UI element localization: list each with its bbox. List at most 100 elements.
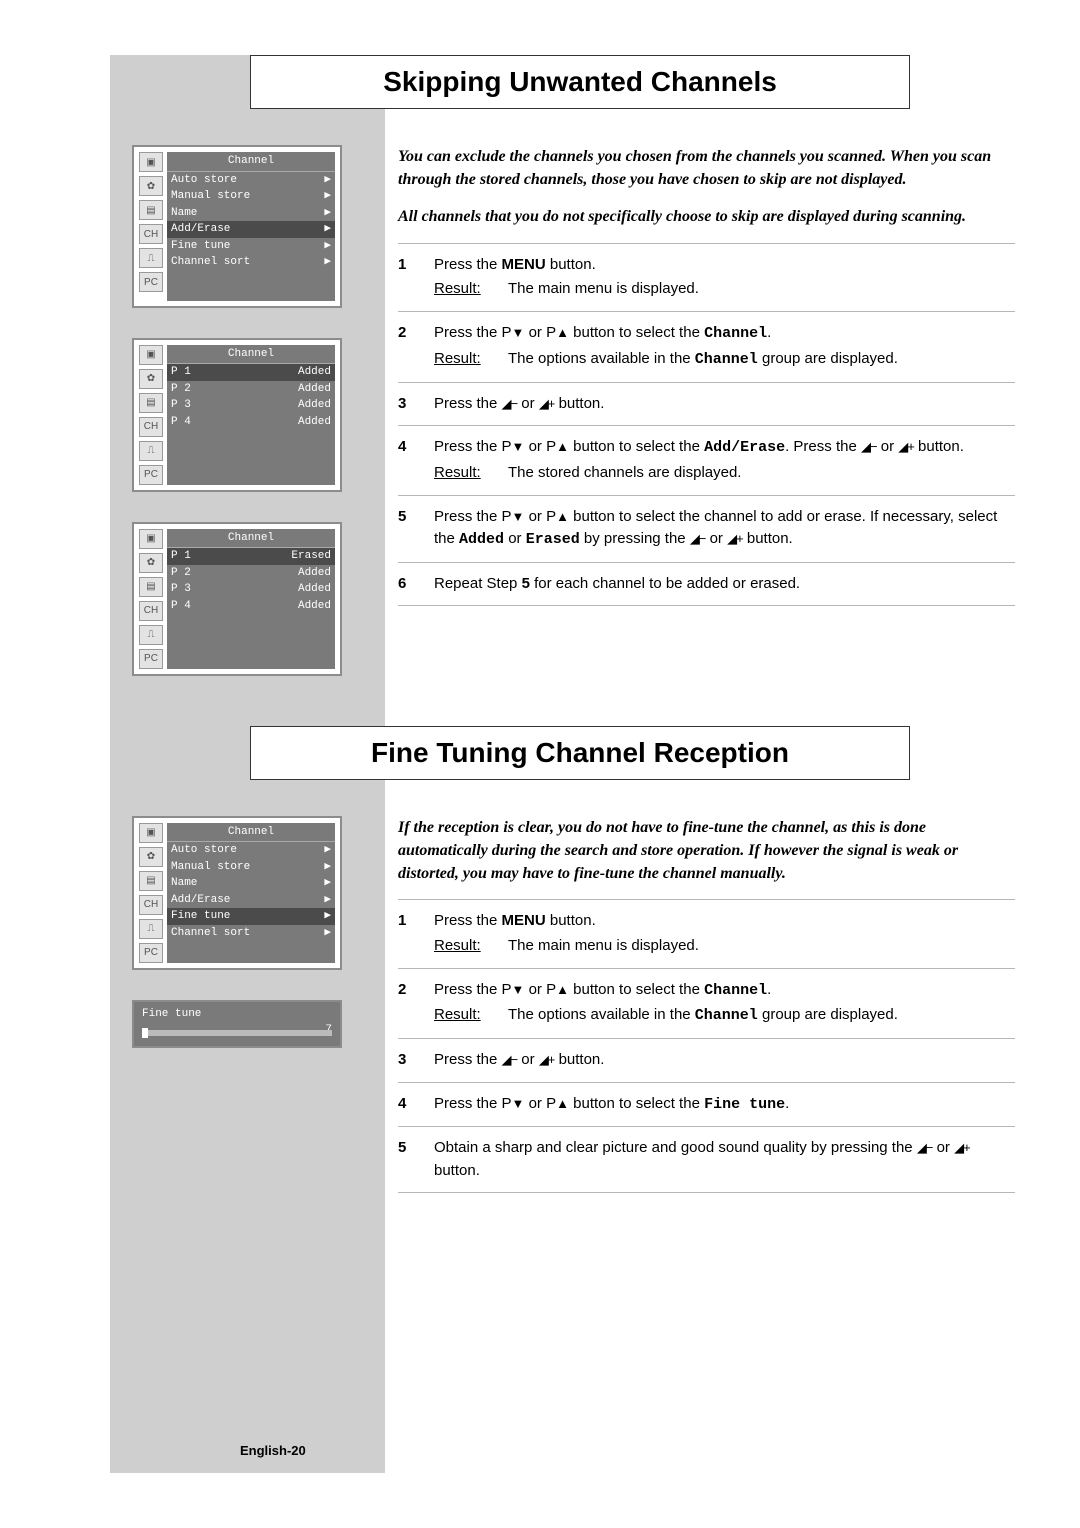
ant-icon: ⎍	[139, 919, 163, 939]
step-text: Press the MENU button.	[434, 254, 1015, 277]
ch-num: P 1	[171, 548, 191, 565]
tv-icon: ▣	[139, 152, 163, 172]
menu-label: Fine tune	[171, 908, 230, 925]
menu-manual-store: Manual store▶	[167, 188, 335, 205]
menu-arrow-icon: ▶	[324, 254, 331, 271]
step-text: Press the ◢− or ◢+ button.	[434, 393, 1015, 416]
tools-icon: ✿	[139, 553, 163, 573]
menu-label: Add/Erase	[171, 221, 230, 238]
skip-intro-1: You can exclude the channels you chosen …	[398, 145, 1015, 191]
result-line: Result:The main menu is displayed.	[398, 278, 1015, 303]
ch-num: P 2	[171, 381, 191, 398]
menu-label: Channel sort	[171, 925, 250, 942]
result-line: Result:The options available in the Chan…	[398, 348, 1015, 374]
menu-label: Auto store	[171, 172, 237, 189]
menu-label: Channel sort	[171, 254, 250, 271]
menu-fine-tune: Fine tune▶	[167, 238, 335, 255]
step-4: 4 Press the P▼ or P▲ button to select th…	[398, 1091, 1015, 1119]
result-label: Result:	[434, 937, 490, 954]
ch-status: Added	[298, 364, 331, 381]
menu-term: MENU	[502, 256, 546, 273]
divider	[398, 382, 1015, 383]
osd-body: Channel Auto store▶ Manual store▶ Name▶ …	[167, 823, 335, 963]
result-label: Result:	[434, 350, 490, 368]
ch-icon: CH	[139, 417, 163, 437]
menu-label: Manual store	[171, 188, 250, 205]
fine-text: If the reception is clear, you do not ha…	[398, 816, 1025, 1202]
finetune-term: Fine tune	[704, 1096, 785, 1113]
ch-status: Added	[298, 414, 331, 431]
menu-arrow-icon: ▶	[324, 205, 331, 222]
finetune-label: Fine tune	[142, 1008, 332, 1020]
skip-section: ▣ ✿ ▤ CH ⎍ PC Channel Auto store▶ Manual…	[110, 145, 1025, 676]
menu-name: Name ▶	[167, 205, 335, 222]
result-label: Result:	[434, 1006, 490, 1024]
result-text: The stored channels are displayed.	[508, 464, 1015, 481]
step-num: 1	[398, 254, 416, 277]
menu-channel-sort: Channel sort ▶	[167, 254, 335, 271]
osd-body: Channel P 1Erased P 2Added P 3Added P 4A…	[167, 529, 335, 669]
menu-name: Name▶	[167, 875, 335, 892]
menu-auto-store: Auto store▶	[167, 842, 335, 859]
step-text: Press the P▼ or P▲ button to select the …	[434, 1093, 1015, 1117]
pc-icon: PC	[139, 649, 163, 669]
ch-icon: CH	[139, 601, 163, 621]
step-3: 3 Press the ◢− or ◢+ button.	[398, 391, 1015, 418]
step-text: Obtain a sharp and clear picture and goo…	[434, 1137, 1015, 1182]
ch-num: P 4	[171, 598, 191, 615]
step-5: 5 Press the P▼ or P▲ button to select th…	[398, 504, 1015, 554]
divider	[398, 311, 1015, 312]
divider	[398, 562, 1015, 563]
osd-title: Channel	[167, 152, 335, 172]
result-line: Result:The main menu is displayed.	[398, 935, 1015, 960]
doc-icon: ▤	[139, 200, 163, 220]
menu-arrow-icon: ▶	[324, 892, 331, 909]
step-1: 1 Press the MENU button.	[398, 908, 1015, 935]
menu-arrow-icon: ▶	[324, 859, 331, 876]
ant-icon: ⎍	[139, 625, 163, 645]
ch-num: P 1	[171, 364, 191, 381]
osd-title: Channel	[167, 345, 335, 365]
osd-icon-column: ▣ ✿ ▤ CH ⎍ PC	[139, 152, 163, 301]
step-num: 5	[398, 1137, 416, 1182]
ch-row: P 4Added	[167, 414, 335, 431]
menu-add-erase-selected: Add/Erase▶	[167, 221, 335, 238]
doc-icon: ▤	[139, 393, 163, 413]
divider	[398, 1126, 1015, 1127]
osd-icon-column: ▣ ✿ ▤ CH ⎍ PC	[139, 529, 163, 669]
menu-label: Name	[171, 205, 197, 222]
pc-icon: PC	[139, 465, 163, 485]
step-num: 3	[398, 393, 416, 416]
menu-add-erase: Add/Erase ▶	[167, 892, 335, 909]
added-term: Added	[459, 531, 504, 548]
menu-auto-store: Auto store▶	[167, 172, 335, 189]
step-5: 5 Obtain a sharp and clear picture and g…	[398, 1135, 1015, 1184]
page-content: Skipping Unwanted Channels ▣ ✿ ▤ CH ⎍ PC…	[110, 55, 1025, 1201]
tv-icon: ▣	[139, 823, 163, 843]
osd-channel-list-erased: ▣ ✿ ▤ CH ⎍ PC Channel P 1Erased P 2Added…	[132, 522, 342, 676]
osd-title: Channel	[167, 823, 335, 843]
step-text: Press the P▼ or P▲ button to select the …	[434, 979, 1015, 1003]
divider	[398, 1038, 1015, 1039]
ch-row: P 2Added	[167, 381, 335, 398]
pc-icon: PC	[139, 272, 163, 292]
menu-arrow-icon: ▶	[324, 842, 331, 859]
ch-status: Added	[298, 397, 331, 414]
erased-term: Erased	[526, 531, 580, 548]
step-num: 4	[398, 1093, 416, 1117]
ch-row: P 3 Added	[167, 397, 335, 414]
manual-page: Skipping Unwanted Channels ▣ ✿ ▤ CH ⎍ PC…	[0, 0, 1080, 1528]
section-title-fine: Fine Tuning Channel Reception	[250, 726, 910, 780]
ch-icon: CH	[139, 895, 163, 915]
menu-label: Manual store	[171, 859, 250, 876]
step-3: 3 Press the ◢− or ◢+ button.	[398, 1047, 1015, 1074]
menu-label: Add/Erase	[171, 892, 230, 909]
menu-arrow-icon: ▶	[324, 908, 331, 925]
divider	[398, 605, 1015, 606]
menu-label: Fine tune	[171, 238, 230, 255]
ch-num: P 3	[171, 397, 191, 414]
ch-status: Added	[298, 581, 331, 598]
divider	[398, 968, 1015, 969]
channel-term: Channel	[704, 982, 767, 999]
step-text: Repeat Step 5 for each channel to be add…	[434, 573, 1015, 596]
